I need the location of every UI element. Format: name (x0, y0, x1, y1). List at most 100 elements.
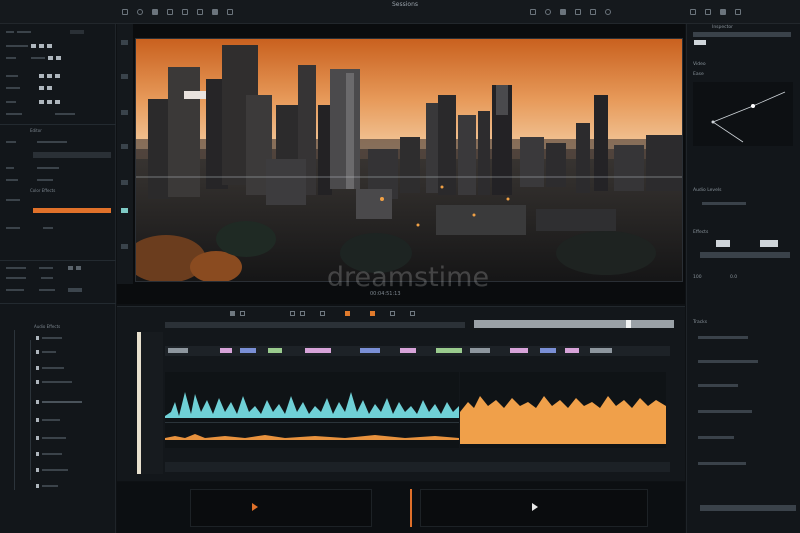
snap-icon[interactable] (390, 311, 395, 316)
zoom-tool-icon[interactable] (121, 110, 128, 115)
left-row (36, 366, 64, 370)
video-clip[interactable] (510, 348, 528, 353)
left-row (6, 288, 82, 292)
curve-icon (711, 91, 786, 143)
video-clip[interactable] (240, 348, 256, 353)
record-icon[interactable] (345, 311, 350, 316)
link-icon[interactable] (320, 311, 325, 316)
video-clip[interactable] (268, 348, 282, 353)
video-clip[interactable] (590, 348, 612, 353)
timeline-ruler[interactable] (165, 322, 465, 328)
editor-slider[interactable] (33, 152, 111, 158)
zoom-icon[interactable] (705, 9, 711, 15)
left-row (36, 452, 62, 456)
inspector-header: Inspector (712, 25, 733, 30)
section-video: Video (693, 62, 706, 67)
scrubber-handle[interactable] (626, 320, 631, 328)
text-icon[interactable] (227, 9, 233, 15)
color-tool-icon[interactable] (121, 244, 128, 249)
left-row (6, 166, 59, 170)
play-icon[interactable] (252, 503, 258, 511)
audio-track-b[interactable] (460, 372, 666, 448)
history-icon[interactable] (137, 9, 143, 15)
section-audio: Audio Effects (34, 324, 61, 329)
user-icon[interactable] (605, 9, 611, 15)
watermark: dreamstime (326, 262, 490, 293)
video-clip[interactable] (470, 348, 490, 353)
section-ease: Ease (693, 72, 704, 77)
left-row (6, 226, 53, 230)
ease-curve-graph[interactable] (693, 82, 793, 146)
marker-icon[interactable] (370, 311, 375, 316)
waveform-a (165, 392, 459, 440)
timeline-scrollbar[interactable] (165, 462, 670, 472)
share-icon[interactable] (560, 9, 566, 15)
left-row (6, 112, 75, 116)
timeline-scrubber[interactable] (474, 320, 674, 328)
mark-icon[interactable] (212, 9, 218, 15)
crop-icon[interactable] (182, 9, 188, 15)
left-row (6, 30, 84, 34)
transform-icon[interactable] (197, 9, 203, 15)
track-icon[interactable] (410, 311, 415, 316)
menu-icon[interactable] (735, 9, 741, 15)
settings-icon[interactable] (530, 9, 536, 15)
video-clip[interactable] (305, 348, 331, 353)
section-effects: Effects (693, 230, 709, 235)
select-tool-icon[interactable] (121, 40, 128, 45)
in-point-marker[interactable] (410, 489, 412, 527)
inspector-tab-active[interactable] (694, 40, 706, 45)
mask-tool-icon[interactable] (121, 208, 128, 213)
video-clip[interactable] (565, 348, 579, 353)
track-selector-bar[interactable] (137, 332, 141, 474)
crop-tool-icon[interactable] (121, 144, 128, 149)
window-title: Sessions (391, 1, 419, 8)
magnet-icon[interactable] (300, 311, 305, 316)
video-clip[interactable] (436, 348, 462, 353)
inspector-tabs[interactable] (693, 32, 791, 37)
top-far-right-icons (690, 9, 741, 17)
left-row (36, 380, 72, 384)
left-row (36, 468, 68, 472)
left-row (6, 56, 61, 60)
effect-value-a[interactable] (716, 240, 730, 247)
left-row (36, 484, 58, 488)
view-icon[interactable] (720, 9, 726, 15)
section-editor: Editor (30, 128, 42, 133)
color-slider-active[interactable] (33, 208, 111, 213)
audio-track-a[interactable] (165, 372, 459, 448)
source-monitor[interactable] (190, 489, 372, 527)
left-row (6, 266, 81, 270)
play-icon[interactable] (230, 311, 235, 316)
play-icon[interactable] (532, 503, 538, 511)
hand-tool-icon[interactable] (121, 74, 128, 79)
track-row (698, 336, 748, 339)
track-row (698, 410, 752, 413)
video-clip[interactable] (400, 348, 416, 353)
layout-icon[interactable] (152, 9, 158, 15)
effect-value-label-b: 0.0 (730, 275, 738, 280)
audio-level-bar[interactable] (702, 202, 746, 205)
search-icon[interactable] (690, 9, 696, 15)
video-clip[interactable] (168, 348, 188, 353)
text-tool-icon[interactable] (121, 180, 128, 185)
right-footer-toolbar[interactable] (700, 505, 796, 511)
effect-slider[interactable] (700, 252, 790, 258)
scissor-icon[interactable] (290, 311, 295, 316)
pause-icon[interactable] (240, 311, 245, 316)
left-row (36, 436, 66, 440)
undo-icon[interactable] (122, 9, 128, 15)
video-clip[interactable] (360, 348, 380, 353)
left-row (6, 276, 53, 280)
viewer-toolbar (117, 24, 133, 284)
preview-image (135, 38, 683, 282)
left-row (36, 350, 56, 354)
export-icon[interactable] (575, 9, 581, 15)
video-clip[interactable] (220, 348, 232, 353)
effect-value-b[interactable] (760, 240, 778, 247)
video-clip[interactable] (540, 348, 556, 353)
render-icon[interactable] (590, 9, 596, 15)
grid-icon[interactable] (167, 9, 173, 15)
gear-icon[interactable] (545, 9, 551, 15)
left-row (6, 198, 20, 202)
